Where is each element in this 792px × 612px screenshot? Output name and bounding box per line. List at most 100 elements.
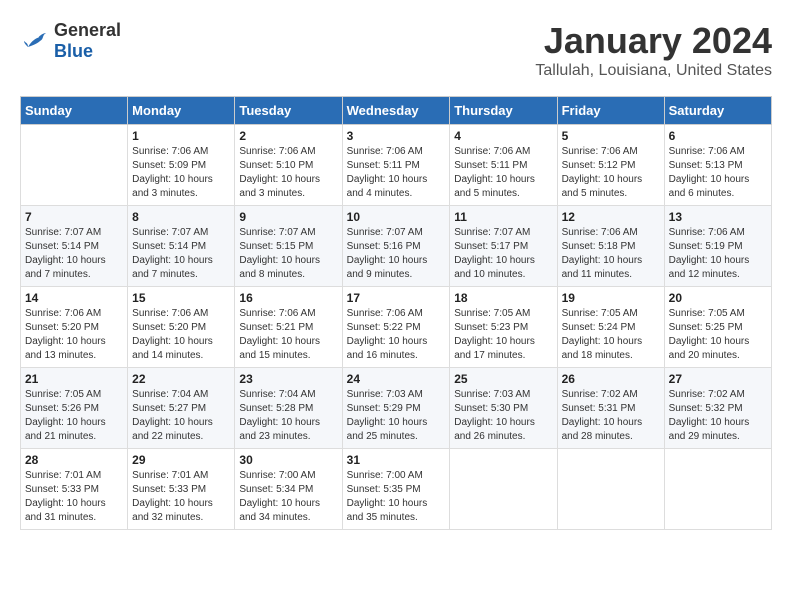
day-info: Sunrise: 7:06 AM Sunset: 5:20 PM Dayligh… xyxy=(25,307,123,363)
logo: General Blue xyxy=(20,20,121,62)
day-info: Sunrise: 7:05 AM Sunset: 5:25 PM Dayligh… xyxy=(669,307,767,363)
day-info: Sunrise: 7:06 AM Sunset: 5:11 PM Dayligh… xyxy=(454,145,552,201)
day-number: 14 xyxy=(25,291,123,305)
day-info: Sunrise: 7:04 AM Sunset: 5:28 PM Dayligh… xyxy=(239,388,337,444)
location-subtitle: Tallulah, Louisiana, United States xyxy=(535,62,772,80)
calendar-cell: 1 Sunrise: 7:06 AM Sunset: 5:09 PM Daylig… xyxy=(128,125,235,206)
day-info: Sunrise: 7:01 AM Sunset: 5:33 PM Dayligh… xyxy=(25,469,123,525)
day-info: Sunrise: 7:00 AM Sunset: 5:34 PM Dayligh… xyxy=(239,469,337,525)
day-number: 4 xyxy=(454,129,552,143)
day-number: 31 xyxy=(347,453,446,467)
calendar-header-friday: Friday xyxy=(557,97,664,125)
calendar-header-row: SundayMondayTuesdayWednesdayThursdayFrid… xyxy=(21,97,772,125)
day-info: Sunrise: 7:03 AM Sunset: 5:30 PM Dayligh… xyxy=(454,388,552,444)
calendar-cell: 20 Sunrise: 7:05 AM Sunset: 5:25 PM Dayli… xyxy=(664,287,771,368)
day-number: 8 xyxy=(132,210,230,224)
day-number: 3 xyxy=(347,129,446,143)
calendar-header-saturday: Saturday xyxy=(664,97,771,125)
calendar-cell: 15 Sunrise: 7:06 AM Sunset: 5:20 PM Dayli… xyxy=(128,287,235,368)
day-info: Sunrise: 7:06 AM Sunset: 5:10 PM Dayligh… xyxy=(239,145,337,201)
day-info: Sunrise: 7:06 AM Sunset: 5:09 PM Dayligh… xyxy=(132,145,230,201)
calendar-cell: 7Sunrise: 7:07 AM Sunset: 5:14 PM Daylig… xyxy=(21,206,128,287)
calendar-cell: 10 Sunrise: 7:07 AM Sunset: 5:16 PM Dayli… xyxy=(342,206,450,287)
calendar-cell: 14 Sunrise: 7:06 AM Sunset: 5:20 PM Dayli… xyxy=(21,287,128,368)
day-number: 20 xyxy=(669,291,767,305)
day-number: 9 xyxy=(239,210,337,224)
logo-general: General xyxy=(54,20,121,40)
day-info: Sunrise: 7:07 AM Sunset: 5:17 PM Dayligh… xyxy=(454,226,552,282)
day-info: Sunrise: 7:06 AM Sunset: 5:18 PM Dayligh… xyxy=(562,226,660,282)
day-info: Sunrise: 7:05 AM Sunset: 5:24 PM Dayligh… xyxy=(562,307,660,363)
day-number: 6 xyxy=(669,129,767,143)
month-year-title: January 2024 xyxy=(535,20,772,62)
day-info: Sunrise: 7:07 AM Sunset: 5:14 PM Dayligh… xyxy=(132,226,230,282)
day-number: 11 xyxy=(454,210,552,224)
calendar-header-thursday: Thursday xyxy=(450,97,557,125)
day-number: 23 xyxy=(239,372,337,386)
day-info: Sunrise: 7:07 AM Sunset: 5:15 PM Dayligh… xyxy=(239,226,337,282)
calendar-body: 1 Sunrise: 7:06 AM Sunset: 5:09 PM Daylig… xyxy=(21,125,772,530)
calendar-cell xyxy=(21,125,128,206)
day-number: 18 xyxy=(454,291,552,305)
day-number: 10 xyxy=(347,210,446,224)
calendar-header-sunday: Sunday xyxy=(21,97,128,125)
day-number: 25 xyxy=(454,372,552,386)
calendar-cell: 6Sunrise: 7:06 AM Sunset: 5:13 PM Daylig… xyxy=(664,125,771,206)
calendar-cell: 16 Sunrise: 7:06 AM Sunset: 5:21 PM Dayli… xyxy=(235,287,342,368)
calendar-cell: 22 Sunrise: 7:04 AM Sunset: 5:27 PM Dayli… xyxy=(128,368,235,449)
day-number: 13 xyxy=(669,210,767,224)
calendar-week-row: 21Sunrise: 7:05 AM Sunset: 5:26 PM Dayli… xyxy=(21,368,772,449)
day-info: Sunrise: 7:06 AM Sunset: 5:12 PM Dayligh… xyxy=(562,145,660,201)
day-info: Sunrise: 7:01 AM Sunset: 5:33 PM Dayligh… xyxy=(132,469,230,525)
calendar-cell: 9 Sunrise: 7:07 AM Sunset: 5:15 PM Daylig… xyxy=(235,206,342,287)
day-number: 28 xyxy=(25,453,123,467)
calendar-cell: 25 Sunrise: 7:03 AM Sunset: 5:30 PM Dayli… xyxy=(450,368,557,449)
calendar-cell: 4 Sunrise: 7:06 AM Sunset: 5:11 PM Daylig… xyxy=(450,125,557,206)
day-number: 22 xyxy=(132,372,230,386)
day-info: Sunrise: 7:06 AM Sunset: 5:20 PM Dayligh… xyxy=(132,307,230,363)
day-info: Sunrise: 7:05 AM Sunset: 5:23 PM Dayligh… xyxy=(454,307,552,363)
calendar-cell: 11 Sunrise: 7:07 AM Sunset: 5:17 PM Dayli… xyxy=(450,206,557,287)
calendar-week-row: 1 Sunrise: 7:06 AM Sunset: 5:09 PM Daylig… xyxy=(21,125,772,206)
day-info: Sunrise: 7:03 AM Sunset: 5:29 PM Dayligh… xyxy=(347,388,446,444)
day-info: Sunrise: 7:06 AM Sunset: 5:22 PM Dayligh… xyxy=(347,307,446,363)
calendar-cell: 26 Sunrise: 7:02 AM Sunset: 5:31 PM Dayli… xyxy=(557,368,664,449)
calendar-cell: 5 Sunrise: 7:06 AM Sunset: 5:12 PM Daylig… xyxy=(557,125,664,206)
day-info: Sunrise: 7:06 AM Sunset: 5:21 PM Dayligh… xyxy=(239,307,337,363)
calendar-week-row: 28 Sunrise: 7:01 AM Sunset: 5:33 PM Dayli… xyxy=(21,449,772,530)
day-number: 5 xyxy=(562,129,660,143)
day-info: Sunrise: 7:05 AM Sunset: 5:26 PM Dayligh… xyxy=(25,388,123,444)
day-info: Sunrise: 7:07 AM Sunset: 5:16 PM Dayligh… xyxy=(347,226,446,282)
day-number: 15 xyxy=(132,291,230,305)
calendar-week-row: 14 Sunrise: 7:06 AM Sunset: 5:20 PM Dayli… xyxy=(21,287,772,368)
day-info: Sunrise: 7:04 AM Sunset: 5:27 PM Dayligh… xyxy=(132,388,230,444)
calendar-cell: 19Sunrise: 7:05 AM Sunset: 5:24 PM Dayli… xyxy=(557,287,664,368)
calendar-week-row: 7Sunrise: 7:07 AM Sunset: 5:14 PM Daylig… xyxy=(21,206,772,287)
day-number: 27 xyxy=(669,372,767,386)
day-info: Sunrise: 7:02 AM Sunset: 5:31 PM Dayligh… xyxy=(562,388,660,444)
title-area: January 2024 Tallulah, Louisiana, United… xyxy=(535,20,772,80)
calendar-cell: 12Sunrise: 7:06 AM Sunset: 5:18 PM Dayli… xyxy=(557,206,664,287)
calendar-cell xyxy=(557,449,664,530)
day-number: 1 xyxy=(132,129,230,143)
calendar-cell: 21Sunrise: 7:05 AM Sunset: 5:26 PM Dayli… xyxy=(21,368,128,449)
day-number: 29 xyxy=(132,453,230,467)
day-number: 24 xyxy=(347,372,446,386)
calendar-cell: 2 Sunrise: 7:06 AM Sunset: 5:10 PM Daylig… xyxy=(235,125,342,206)
calendar-cell: 18 Sunrise: 7:05 AM Sunset: 5:23 PM Dayli… xyxy=(450,287,557,368)
day-number: 17 xyxy=(347,291,446,305)
day-number: 2 xyxy=(239,129,337,143)
calendar-cell: 13Sunrise: 7:06 AM Sunset: 5:19 PM Dayli… xyxy=(664,206,771,287)
day-number: 26 xyxy=(562,372,660,386)
calendar-cell: 27 Sunrise: 7:02 AM Sunset: 5:32 PM Dayli… xyxy=(664,368,771,449)
page-header: General Blue January 2024 Tallulah, Loui… xyxy=(20,20,772,80)
calendar-cell xyxy=(450,449,557,530)
calendar-cell: 31Sunrise: 7:00 AM Sunset: 5:35 PM Dayli… xyxy=(342,449,450,530)
day-info: Sunrise: 7:02 AM Sunset: 5:32 PM Dayligh… xyxy=(669,388,767,444)
calendar-table: SundayMondayTuesdayWednesdayThursdayFrid… xyxy=(20,96,772,530)
calendar-header-tuesday: Tuesday xyxy=(235,97,342,125)
calendar-cell: 28 Sunrise: 7:01 AM Sunset: 5:33 PM Dayli… xyxy=(21,449,128,530)
day-number: 16 xyxy=(239,291,337,305)
calendar-cell: 3Sunrise: 7:06 AM Sunset: 5:11 PM Daylig… xyxy=(342,125,450,206)
calendar-header-monday: Monday xyxy=(128,97,235,125)
